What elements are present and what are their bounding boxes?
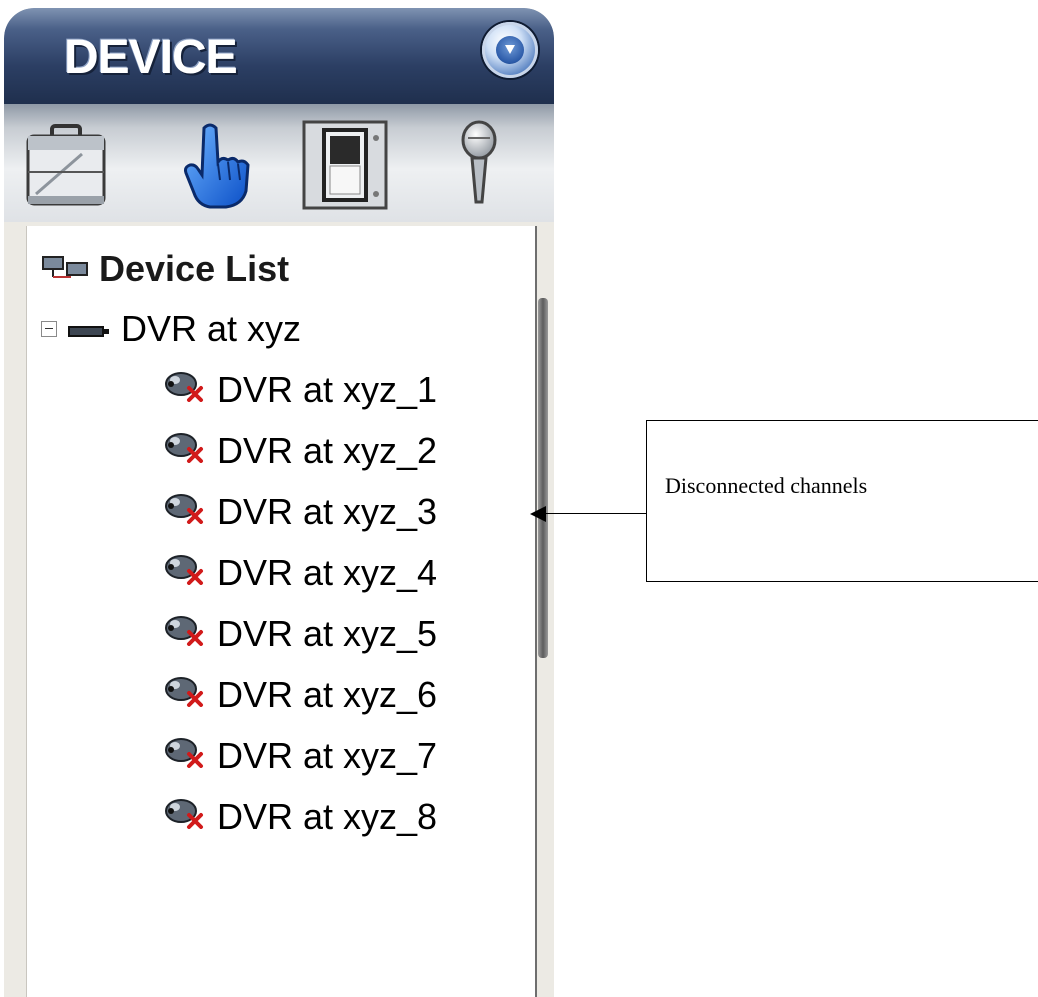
- panel-titlebar: DEVICE: [4, 8, 554, 104]
- disconnected-camera-icon: [163, 551, 207, 594]
- disconnected-camera-icon: [163, 612, 207, 655]
- channel-row[interactable]: DVR at xyz_6: [163, 673, 437, 716]
- channel-label: DVR at xyz_8: [217, 795, 438, 837]
- network-devices-icon: [41, 248, 89, 290]
- disconnected-camera-icon: [163, 673, 207, 716]
- disconnected-camera-icon: [163, 795, 207, 838]
- briefcase-icon[interactable]: [22, 118, 112, 212]
- channel-label: DVR at xyz_4: [217, 551, 438, 593]
- annotation-callout: Disconnected channels: [646, 420, 1038, 582]
- disconnected-camera-icon: [163, 734, 207, 777]
- tree-root-label: Device List: [99, 248, 290, 289]
- channel-label: DVR at xyz_3: [217, 490, 438, 532]
- tree-root[interactable]: Device List: [41, 248, 289, 290]
- switch-icon[interactable]: [300, 118, 390, 212]
- chevron-down-icon: [496, 36, 524, 64]
- collapse-toggle-icon[interactable]: [41, 321, 57, 337]
- microphone-icon[interactable]: [434, 118, 524, 212]
- channel-row[interactable]: DVR at xyz_7: [163, 734, 437, 777]
- panel-title: DEVICE: [64, 31, 238, 84]
- arrow-line: [544, 513, 646, 514]
- collapse-button[interactable]: [482, 22, 538, 78]
- channel-row[interactable]: DVR at xyz_2: [163, 429, 437, 472]
- channel-row[interactable]: DVR at xyz_5: [163, 612, 437, 655]
- device-tree: Device List DVR at xyz DVR at xyz_1 DVR a…: [26, 226, 537, 997]
- disconnected-camera-icon: [163, 368, 207, 411]
- annotation-text: Disconnected channels: [665, 473, 868, 498]
- device-panel: DEVICE Device List DVR at xyz DVR at xyz…: [4, 8, 554, 997]
- channel-label: DVR at xyz_1: [217, 368, 438, 410]
- pointing-hand-icon[interactable]: [174, 118, 264, 212]
- channel-label: DVR at xyz_5: [217, 612, 438, 654]
- tree-group[interactable]: DVR at xyz: [41, 308, 301, 350]
- disconnected-camera-icon: [163, 429, 207, 472]
- channel-row[interactable]: DVR at xyz_4: [163, 551, 437, 594]
- channel-label: DVR at xyz_2: [217, 429, 438, 471]
- device-toolbar: [4, 104, 554, 222]
- channel-row[interactable]: DVR at xyz_1: [163, 368, 437, 411]
- tree-group-label: DVR at xyz: [121, 308, 302, 349]
- channel-row[interactable]: DVR at xyz_3: [163, 490, 437, 533]
- disconnected-camera-icon: [163, 490, 207, 533]
- channel-label: DVR at xyz_6: [217, 673, 438, 715]
- arrow-head-icon: [530, 506, 546, 522]
- channel-label: DVR at xyz_7: [217, 734, 438, 776]
- scrollbar[interactable]: [538, 298, 548, 658]
- dvr-device-icon: [67, 308, 111, 350]
- channel-row[interactable]: DVR at xyz_8: [163, 795, 437, 838]
